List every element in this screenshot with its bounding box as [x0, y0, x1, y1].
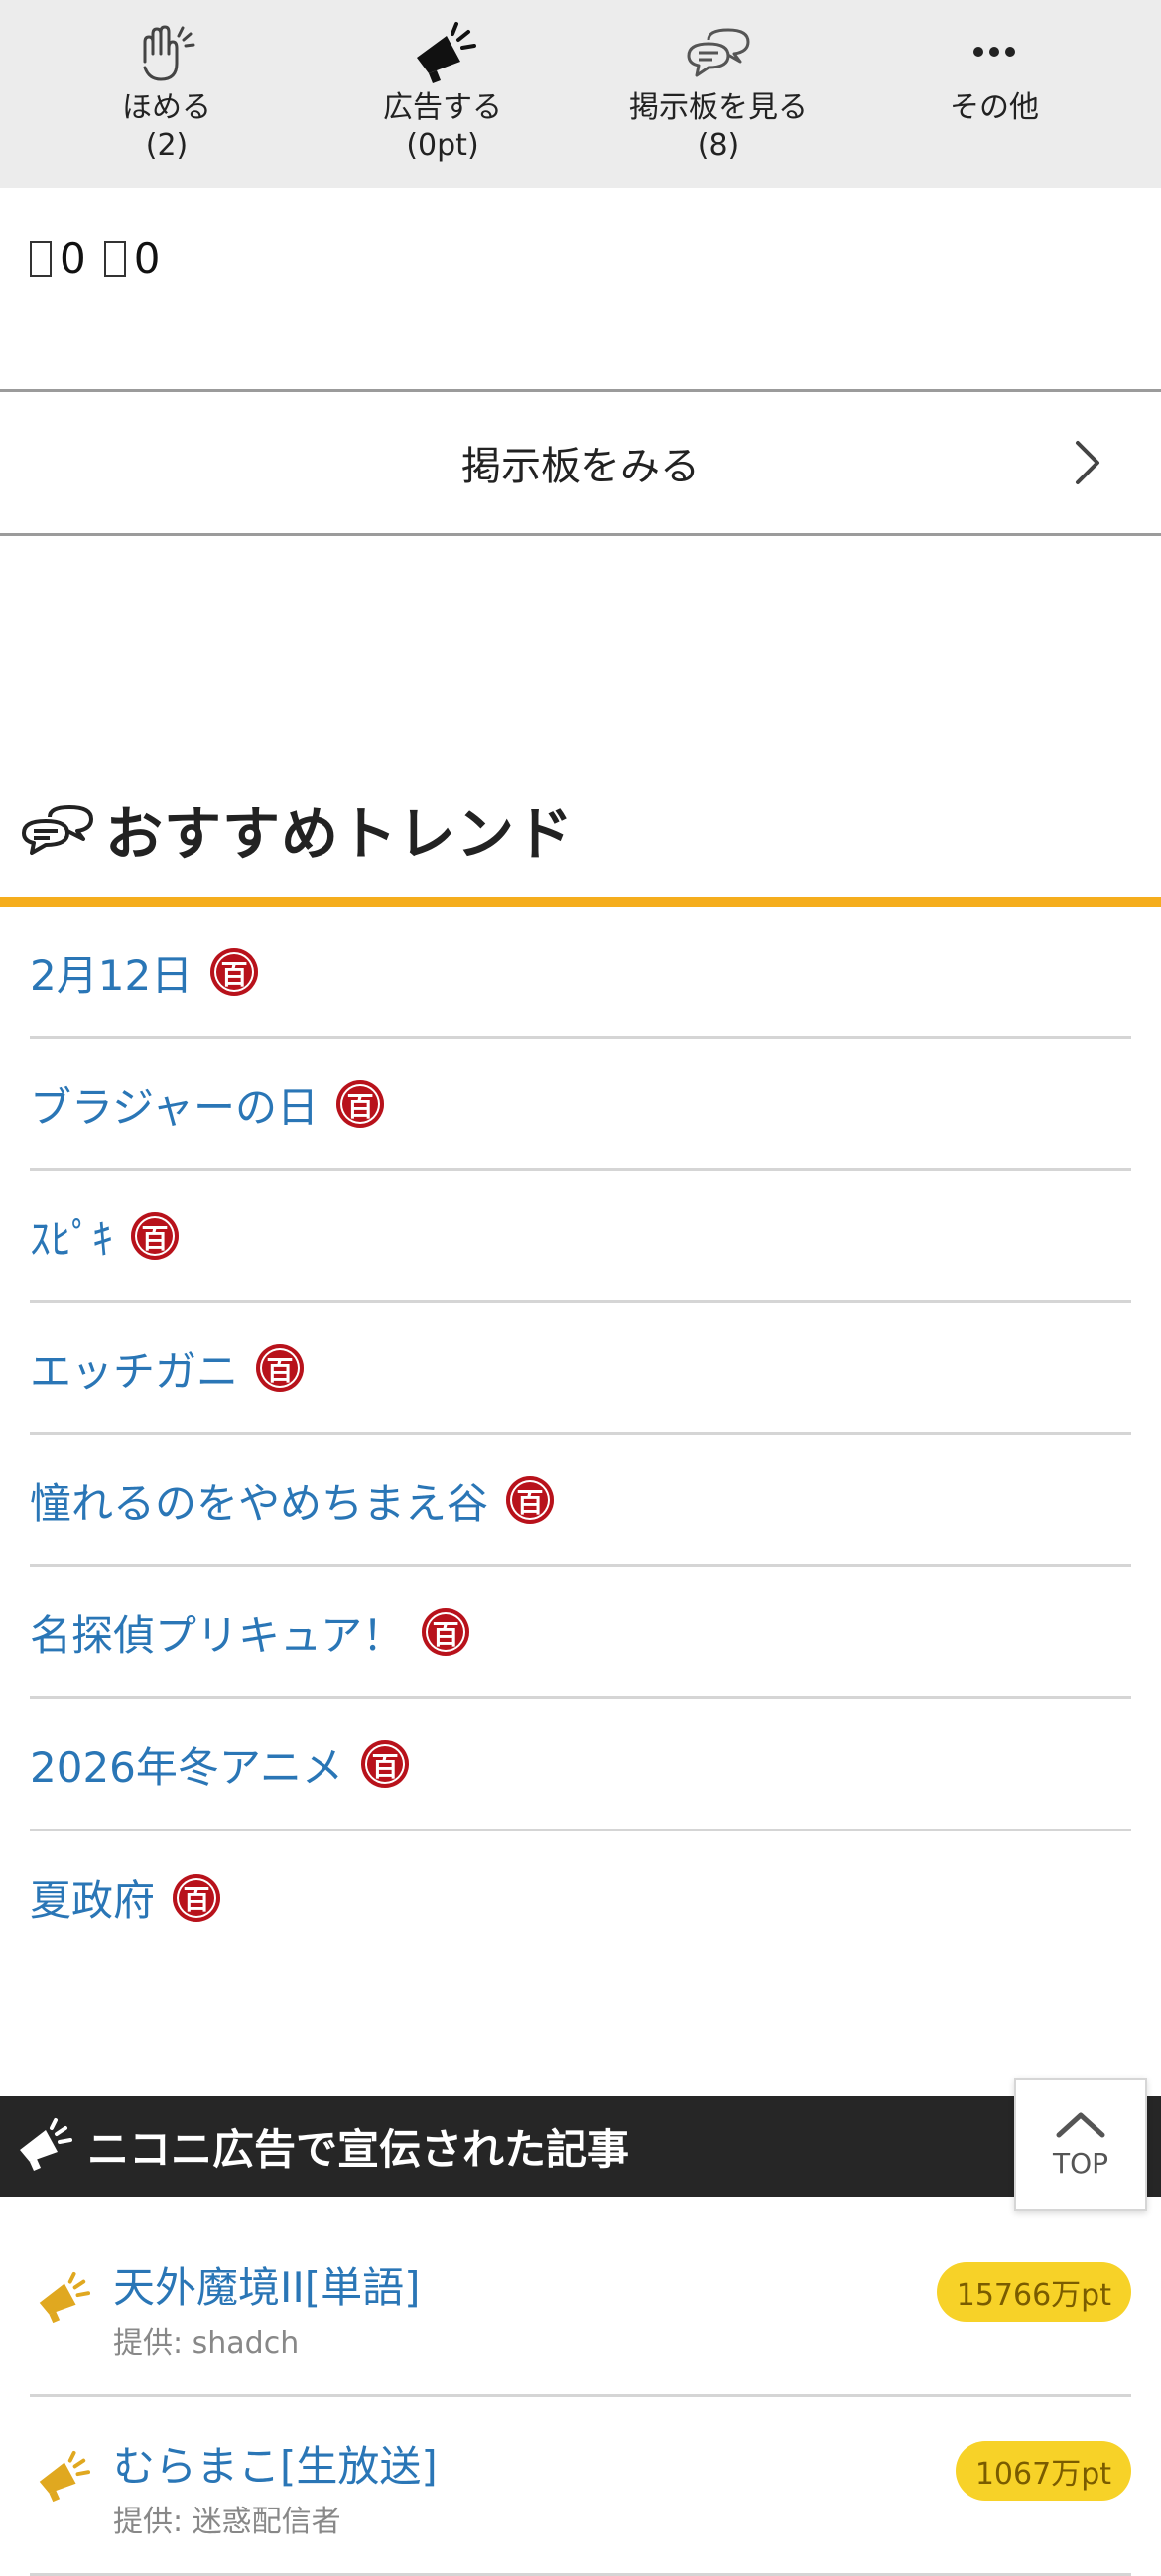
- trend-link[interactable]: 2026年冬アニメ: [30, 1734, 343, 1795]
- trend-link[interactable]: ｽﾋﾟｷ: [30, 1206, 113, 1267]
- ads-title: ニコニ広告で宣伝された記事: [87, 2124, 630, 2174]
- ad-points-badge: 1067万pt: [955, 2441, 1131, 2501]
- trends-header: おすすめトレンド: [20, 784, 574, 874]
- reaction-glyph-icon[interactable]: [30, 240, 52, 277]
- trend-link[interactable]: ブラジャーの日: [30, 1074, 319, 1135]
- ad-article-link[interactable]: 天外魔境II[単語]: [113, 2254, 421, 2315]
- trend-item[interactable]: ｽﾋﾟｷ 百: [30, 1171, 1131, 1303]
- reaction-glyph-icon[interactable]: [103, 240, 126, 277]
- praise-count: (2): [145, 128, 189, 163]
- more-button[interactable]: その他: [856, 0, 1132, 188]
- trend-item[interactable]: 名探偵プリキュア！ 百: [30, 1567, 1131, 1699]
- more-label: その他: [950, 90, 1039, 125]
- encyclopedia-badge-icon: 百: [422, 1608, 470, 1656]
- trend-item[interactable]: 2026年冬アニメ 百: [30, 1699, 1131, 1831]
- encyclopedia-badge-icon: 百: [131, 1212, 180, 1260]
- chevron-up-icon: [1056, 2112, 1105, 2137]
- ad-article-link[interactable]: むらまこ[生放送]: [113, 2433, 438, 2494]
- reaction-count-second: 0: [133, 234, 161, 283]
- trend-link[interactable]: 2月12日: [30, 942, 193, 1003]
- trend-item[interactable]: 夏政府 百: [30, 1831, 1131, 1964]
- advertise-button[interactable]: 広告する (0pt): [305, 0, 580, 188]
- back-to-top-label: TOP: [1052, 2146, 1109, 2180]
- advertise-count: (0pt): [406, 128, 479, 163]
- encyclopedia-badge-icon: 百: [173, 1873, 221, 1922]
- chevron-right-icon: [1076, 441, 1099, 484]
- trend-link[interactable]: 名探偵プリキュア！: [30, 1602, 404, 1663]
- trends-title: おすすめトレンド: [105, 800, 575, 868]
- clapping-hands-icon: [143, 25, 195, 81]
- encyclopedia-badge-icon: 百: [256, 1344, 305, 1392]
- view-board-label: 掲示板を見る: [629, 90, 808, 125]
- trend-link[interactable]: エッチガニ: [30, 1338, 238, 1399]
- view-board-button[interactable]: 掲示板を見る (8): [580, 0, 856, 188]
- ad-provider: 提供: 迷惑配信者: [113, 2505, 341, 2539]
- trend-item[interactable]: ブラジャーの日 百: [30, 1039, 1131, 1171]
- speech-bubbles-icon: [22, 805, 93, 855]
- trends-list: 2月12日 百 ブラジャーの日 百 ｽﾋﾟｷ 百 エッチガニ 百 憧れるのをやめ…: [30, 907, 1131, 1964]
- megaphone-icon: [417, 22, 476, 83]
- reaction-count-first: 0: [60, 234, 86, 283]
- ad-item[interactable]: 天外魔境II[単語] 提供: shadch 15766万pt: [30, 2219, 1131, 2397]
- encyclopedia-badge-icon: 百: [361, 1740, 410, 1788]
- board-link-label: 掲示板をみる: [461, 444, 700, 489]
- board-link[interactable]: 掲示板をみる: [0, 389, 1161, 536]
- ad-points-badge: 15766万pt: [936, 2262, 1131, 2322]
- reaction-counts: 0 0: [30, 234, 160, 283]
- ad-item[interactable]: むらまこ[生放送] 提供: 迷惑配信者 1067万pt: [30, 2397, 1131, 2576]
- praise-label: ほめる: [122, 90, 211, 125]
- trend-item[interactable]: 憧れるのをやめちまえ谷 百: [30, 1435, 1131, 1567]
- ad-provider: 提供: shadch: [113, 2326, 300, 2361]
- megaphone-icon: [39, 2271, 91, 2324]
- trend-link[interactable]: 憧れるのをやめちまえ谷: [30, 1470, 488, 1531]
- ads-header: ニコニ広告で宣伝された記事: [0, 2096, 1161, 2197]
- encyclopedia-badge-icon: 百: [506, 1476, 555, 1524]
- megaphone-icon: [39, 2450, 91, 2503]
- back-to-top-button[interactable]: TOP: [1014, 2078, 1147, 2211]
- more-dots-icon: [973, 47, 1015, 57]
- praise-button[interactable]: ほめる (2): [29, 0, 305, 188]
- trend-link[interactable]: 夏政府: [30, 1867, 155, 1928]
- trends-divider: [0, 897, 1161, 907]
- trend-item[interactable]: エッチガニ 百: [30, 1303, 1131, 1435]
- encyclopedia-badge-icon: 百: [210, 948, 259, 996]
- action-bar: ほめる (2) 広告する (0pt) 掲示板を見る (8) その他: [0, 0, 1161, 188]
- trend-item[interactable]: 2月12日 百: [30, 907, 1131, 1039]
- view-board-count: (8): [697, 128, 740, 163]
- advertise-label: 広告する: [383, 90, 502, 125]
- encyclopedia-badge-icon: 百: [336, 1080, 385, 1128]
- ads-list: 天外魔境II[単語] 提供: shadch 15766万pt むらまこ[生放送]…: [30, 2219, 1131, 2576]
- speech-bubbles-icon: [687, 28, 750, 77]
- megaphone-icon: [20, 2118, 72, 2171]
